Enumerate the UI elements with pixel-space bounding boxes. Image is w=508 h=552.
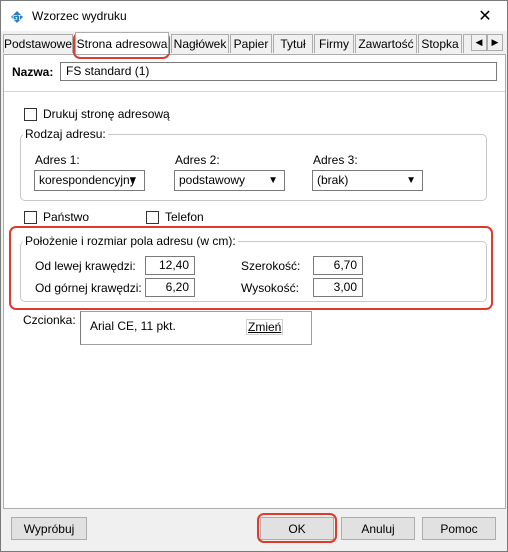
title-bar: GT Wzorzec wydruku ✕ — [1, 1, 507, 31]
address1-select[interactable]: korespondencyjny ▼ — [34, 170, 145, 191]
tab-label: Zawartość — [358, 37, 414, 51]
name-label: Nazwa: — [12, 65, 54, 79]
tab-panel: Nazwa: FS standard (1) Drukuj stronę adr… — [3, 54, 506, 509]
ok-button-label: OK — [288, 521, 306, 536]
tab-scroll-right-button[interactable]: ▶ — [487, 34, 503, 51]
country-checkbox[interactable] — [24, 211, 37, 224]
address3-value: (brak) — [317, 173, 349, 187]
dropdown-arrow-icon: ▼ — [268, 175, 278, 186]
width-value: 6,70 — [333, 258, 357, 272]
arrow-left-icon: ◀ — [475, 37, 483, 47]
address1-label: Adres 1: — [35, 153, 80, 167]
tab-podstawowe[interactable]: Podstawowe — [3, 34, 73, 53]
try-button[interactable]: Wypróbuj — [11, 517, 87, 540]
help-button[interactable]: Pomoc — [422, 517, 496, 540]
try-button-label: Wypróbuj — [23, 521, 75, 536]
change-font-button[interactable]: Zmień — [246, 319, 284, 335]
top-edge-label: Od górnej krawędzi: — [35, 281, 142, 295]
address-type-legend: Rodzaj adresu: — [23, 127, 108, 141]
address2-select[interactable]: podstawowy ▼ — [174, 170, 285, 191]
height-label: Wysokość: — [241, 281, 299, 295]
top-edge-value: 6,20 — [165, 280, 189, 294]
tab-label: Papier — [233, 37, 269, 51]
tab-label: Tytuł — [280, 37, 306, 51]
dropdown-arrow-icon: ▼ — [128, 175, 138, 186]
tab-zawartosc[interactable]: Zawartość — [355, 34, 417, 53]
left-edge-value: 12,40 — [158, 258, 189, 272]
phone-label: Telefon — [165, 210, 204, 224]
top-edge-input[interactable]: 6,20 — [145, 278, 195, 297]
height-input[interactable]: 3,00 — [313, 278, 363, 297]
name-value: FS standard (1) — [66, 64, 150, 78]
country-label: Państwo — [43, 210, 90, 224]
dialog-window: GT Wzorzec wydruku ✕ Podstawowe Strona a… — [0, 0, 508, 552]
font-value: Arial CE, 11 pkt. — [90, 319, 176, 333]
print-address-page-checkbox[interactable] — [24, 108, 37, 121]
left-edge-input[interactable]: 12,40 — [145, 256, 195, 275]
tab-papier[interactable]: Papier — [230, 34, 272, 53]
address-position-legend: Położenie i rozmiar pola adresu (w cm): — [23, 234, 238, 248]
tab-label: Stopka — [421, 37, 459, 51]
width-input[interactable]: 6,70 — [313, 256, 363, 275]
print-address-page-label: Drukuj stronę adresową — [43, 107, 170, 121]
help-button-label: Pomoc — [440, 521, 478, 536]
address2-value: podstawowy — [179, 173, 246, 187]
arrow-right-icon: ▶ — [491, 37, 499, 47]
tab-label: Nagłówek — [173, 37, 227, 51]
tab-naglowek[interactable]: Nagłówek — [171, 34, 229, 53]
cancel-button[interactable]: Anuluj — [341, 517, 415, 540]
left-edge-label: Od lewej krawędzi: — [35, 259, 136, 273]
close-icon: ✕ — [478, 8, 492, 25]
tab-label: Podstawowe — [3, 37, 73, 51]
close-button[interactable]: ✕ — [463, 1, 507, 31]
tab-scroll-left-button[interactable]: ◀ — [471, 34, 487, 51]
height-value: 3,00 — [333, 280, 357, 294]
width-label: Szerokość: — [241, 259, 301, 273]
address1-value: korespondencyjny — [39, 173, 136, 187]
name-input[interactable]: FS standard (1) — [60, 62, 497, 81]
cancel-button-label: Anuluj — [361, 521, 395, 536]
tab-strona-adresowa[interactable]: Strona adresowa — [75, 32, 169, 54]
tab-stopka[interactable]: Stopka — [418, 34, 462, 53]
address3-label: Adres 3: — [313, 153, 358, 167]
address3-select[interactable]: (brak) ▼ — [312, 170, 423, 191]
svg-text:GT: GT — [12, 14, 22, 22]
tab-label: Firmy — [319, 37, 349, 51]
ok-button[interactable]: OK — [260, 517, 334, 540]
tab-strip: Podstawowe Strona adresowa Nagłówek Papi… — [3, 32, 507, 55]
phone-checkbox[interactable] — [146, 211, 159, 224]
font-box: Arial CE, 11 pkt. Zmień — [80, 311, 312, 345]
address2-label: Adres 2: — [175, 153, 220, 167]
tab-label: Strona adresowa — [76, 36, 168, 51]
window-title: Wzorzec wydruku — [32, 9, 127, 23]
dropdown-arrow-icon: ▼ — [406, 175, 416, 186]
font-label: Czcionka: — [23, 313, 76, 327]
divider — [4, 91, 505, 92]
app-logo-icon: GT — [11, 11, 23, 23]
tab-firmy[interactable]: Firmy — [314, 34, 354, 53]
tab-tytul[interactable]: Tytuł — [273, 34, 313, 53]
